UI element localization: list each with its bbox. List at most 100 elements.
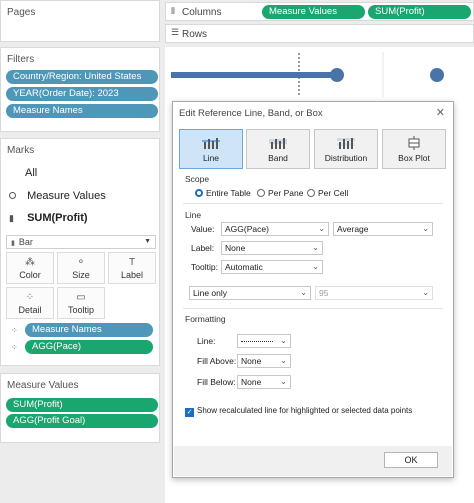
size-button[interactable]: ⚬ Size — [57, 252, 105, 284]
bar-chart-icon: ▮ — [9, 213, 14, 223]
formatting-title: Formatting — [185, 314, 226, 324]
line-section-title: Line — [185, 210, 202, 220]
detail-dots-icon: ⁘ — [11, 343, 18, 352]
detail-button-label: Detail — [18, 305, 42, 315]
chevron-down-icon: ⌄ — [422, 288, 429, 297]
filter-pill-year[interactable]: YEAR(Order Date): 2023 — [6, 87, 158, 101]
distribution-type-icon — [337, 138, 355, 149]
columns-label: Columns — [182, 7, 222, 18]
rows-icon: ☰ — [171, 27, 180, 37]
radio-selected-icon — [195, 189, 203, 197]
tooltip-button-label: Tooltip — [67, 305, 94, 315]
marks-title: Marks — [7, 145, 35, 156]
chevron-down-icon: ⌄ — [318, 224, 325, 233]
label-label: Label: — [191, 243, 215, 253]
filter-pill-country[interactable]: Country/Region: United States — [6, 70, 158, 84]
filter-pill-measure-names[interactable]: Measure Names — [6, 104, 158, 118]
bar-icon: ▮ — [11, 240, 15, 247]
scope-title: Scope — [185, 174, 210, 184]
measure-values-title: Measure Values — [7, 380, 79, 391]
color-palette-icon: ⁂ — [25, 257, 35, 268]
tooltip-button[interactable]: ▭ Tooltip — [57, 287, 105, 319]
columns-pill-measure-values[interactable]: Measure Values — [262, 5, 365, 19]
chevron-down-icon: ⌄ — [422, 224, 429, 233]
type-line-button[interactable]: Line — [179, 129, 243, 169]
tooltip-label: Tooltip: — [191, 262, 218, 272]
label-dropdown[interactable]: None ⌄ — [221, 241, 323, 255]
value-label: Value: — [191, 224, 215, 234]
scope-per-pane-radio[interactable]: Per Pane — [257, 188, 303, 198]
columns-shelf[interactable]: ⦀ Columns Measure Values SUM(Profit) — [165, 2, 474, 21]
detail-button[interactable]: ⁘ Detail — [6, 287, 54, 319]
measure-values-card: Measure Values SUM(Profit) AGG(Profit Go… — [0, 373, 160, 443]
color-button-label: Color — [19, 270, 41, 280]
mark-type-value: Bar — [18, 237, 33, 247]
aggregation-dropdown[interactable]: Average ⌄ — [333, 222, 433, 236]
percent-dropdown-value: 95 — [319, 288, 329, 298]
type-box-plot-label: Box Plot — [398, 153, 430, 163]
mark-type-dropdown[interactable]: ▮ Bar ▼ — [6, 235, 156, 249]
divider — [183, 203, 443, 204]
measure-pill-sum-profit[interactable]: SUM(Profit) — [6, 398, 158, 412]
fill-above-dropdown[interactable]: None ⌄ — [237, 354, 291, 368]
detail-dots-icon: ⁘ — [11, 326, 18, 335]
chevron-down-icon: ⌄ — [312, 243, 319, 252]
value-dropdown-value: AGG(Pace) — [225, 224, 269, 234]
dialog-footer: OK — [174, 446, 452, 476]
marks-pill-measure-names[interactable]: Measure Names — [25, 323, 153, 337]
percent-dropdown[interactable]: 95 ⌄ — [315, 286, 433, 300]
filters-card: Filters Country/Region: United States YE… — [0, 47, 160, 132]
circle-icon — [9, 192, 16, 199]
marks-card: Marks All Measure Values ▮ SUM(Profit) ▮… — [0, 138, 160, 366]
tooltip-dropdown[interactable]: Automatic ⌄ — [221, 260, 323, 274]
line-only-dropdown-value: Line only — [193, 288, 228, 298]
fill-above-value: None — [241, 356, 262, 366]
profit-bar — [171, 72, 337, 78]
marks-all[interactable]: All — [1, 164, 159, 182]
columns-pill-sum-profit[interactable]: SUM(Profit) — [368, 5, 471, 19]
tooltip-dropdown-value: Automatic — [225, 262, 263, 272]
chevron-down-icon: ▼ — [144, 238, 151, 245]
color-button[interactable]: ⁂ Color — [6, 252, 54, 284]
divider — [183, 308, 443, 309]
label-button-label: Label — [120, 270, 144, 280]
close-icon[interactable]: ✕ — [436, 106, 445, 119]
fill-below-value: None — [241, 377, 262, 387]
line-format-label: Line: — [197, 336, 216, 346]
fill-below-dropdown[interactable]: None ⌄ — [237, 375, 291, 389]
fill-below-label: Fill Below: — [197, 377, 236, 387]
scope-per-cell-radio[interactable]: Per Cell — [307, 188, 348, 198]
profit-goal-dot — [330, 68, 344, 82]
chevron-down-icon: ⌄ — [300, 288, 307, 297]
ok-button[interactable]: OK — [384, 452, 438, 468]
profit-goal-dot-2 — [430, 68, 444, 82]
type-line-label: Line — [202, 153, 220, 163]
label-dropdown-value: None — [225, 243, 246, 253]
box-plot-type-icon — [408, 136, 420, 150]
marks-sum-profit[interactable]: ▮ SUM(Profit) — [1, 209, 159, 227]
type-box-plot-button[interactable]: Box Plot — [382, 129, 446, 169]
measure-pill-agg-profit-goal[interactable]: AGG(Profit Goal) — [6, 414, 158, 428]
type-band-button[interactable]: Band — [246, 129, 310, 169]
rows-shelf[interactable]: ☰ Rows — [165, 24, 474, 43]
recalculated-checkbox[interactable]: ✓ Show recalculated line for highlighted … — [185, 406, 412, 417]
scope-per-cell-label: Per Cell — [318, 188, 349, 198]
columns-icon: ⦀ — [171, 6, 175, 16]
fill-above-label: Fill Above: — [197, 356, 237, 366]
type-distribution-button[interactable]: Distribution — [314, 129, 378, 169]
value-dropdown[interactable]: AGG(Pace) ⌄ — [221, 222, 329, 236]
marks-all-label: All — [25, 167, 38, 179]
size-icon: ⚬ — [76, 257, 86, 268]
marks-pill-agg-pace[interactable]: AGG(Pace) — [25, 340, 153, 354]
line-only-dropdown[interactable]: Line only ⌄ — [189, 286, 311, 300]
label-button[interactable]: T Label — [108, 252, 156, 284]
chevron-down-icon: ⌄ — [280, 377, 287, 386]
scope-entire-table-radio[interactable]: Entire Table — [195, 188, 251, 198]
band-type-icon — [269, 138, 287, 149]
marks-measure-values[interactable]: Measure Values — [1, 187, 159, 205]
speech-bubble-icon: ▭ — [76, 292, 86, 303]
radio-icon — [257, 189, 265, 197]
line-format-dropdown[interactable]: ⌄ — [237, 334, 291, 348]
size-button-label: Size — [72, 270, 90, 280]
view-chart — [171, 52, 444, 97]
